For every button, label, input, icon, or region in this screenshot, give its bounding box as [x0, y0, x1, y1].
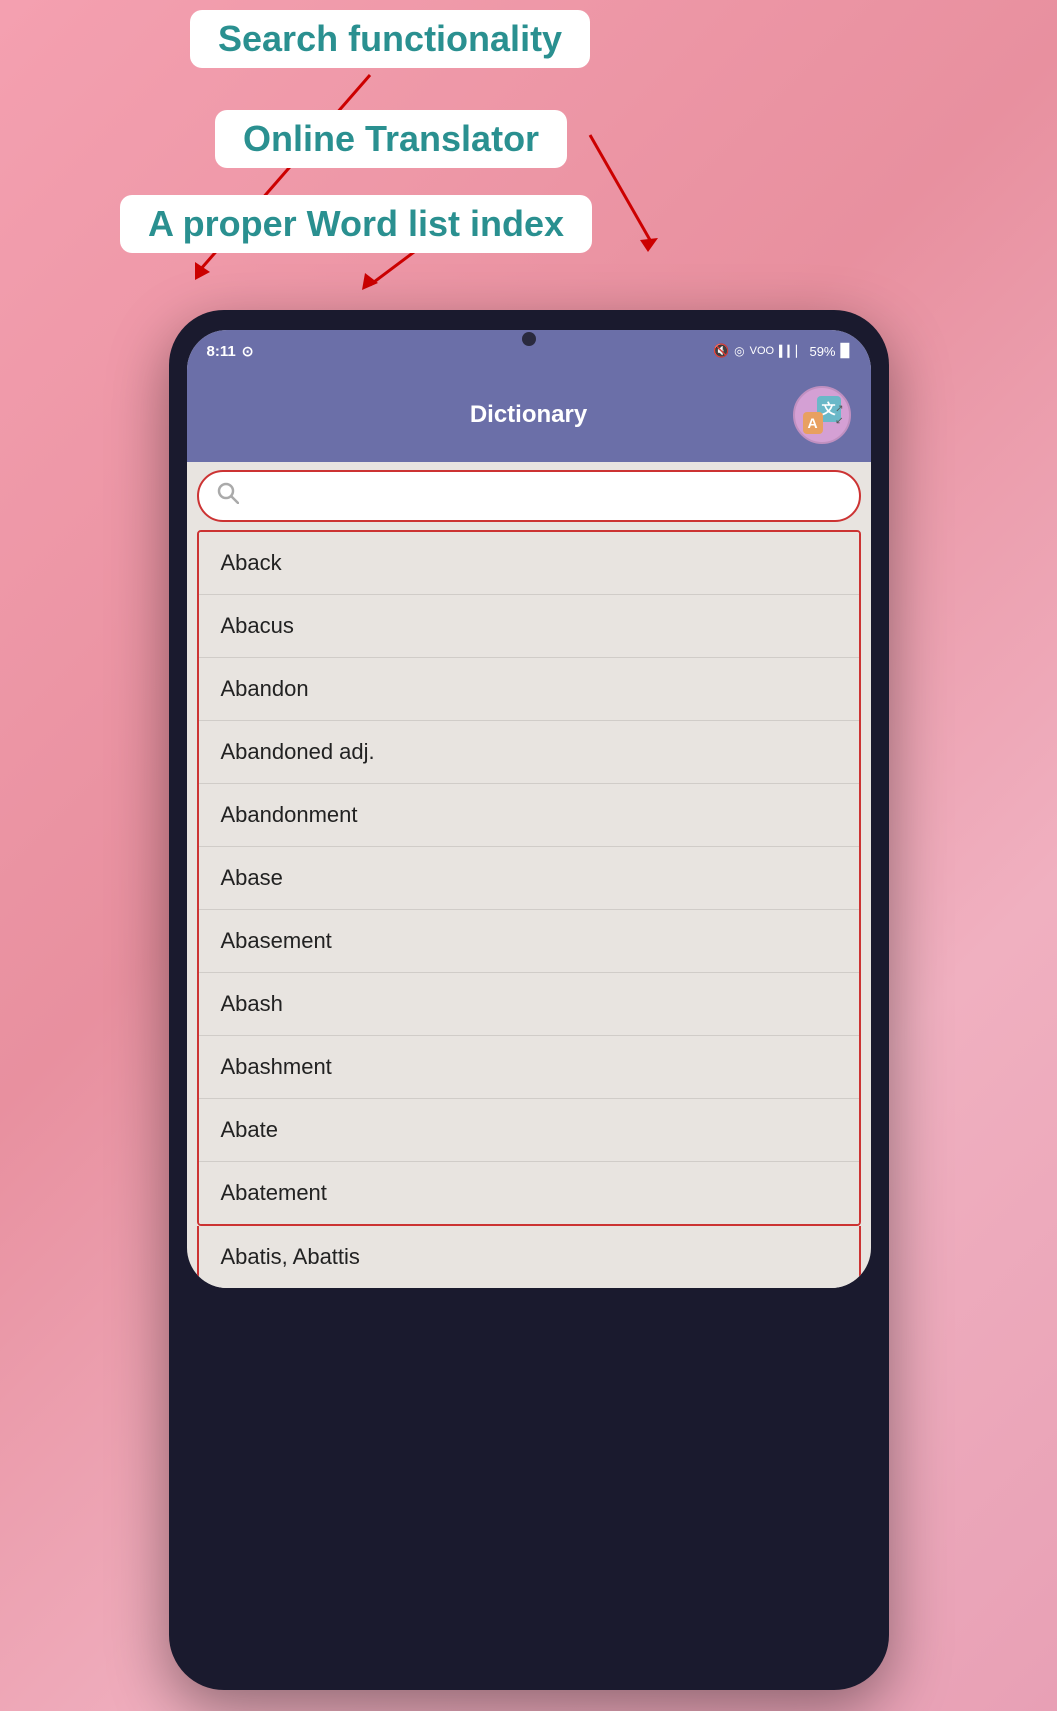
list-item[interactable]: Abandoned adj. [199, 721, 859, 784]
list-item[interactable]: Abandon [199, 658, 859, 721]
status-icons: 🔇 ◎ VOO ▍▎▏ 59% ▉ [713, 343, 851, 359]
signal-icon: ▍▎▏ [779, 345, 804, 358]
annotation-area: Search functionality Online Translator A… [0, 0, 1057, 300]
list-item[interactable]: Abatement [199, 1162, 859, 1224]
whatsapp-icon: ⊙ [242, 343, 254, 360]
battery-level: 59% [809, 344, 835, 359]
wifi-icon: ◎ [734, 344, 744, 358]
status-time: 8:11 ⊙ [207, 343, 254, 360]
online-translator-label: Online Translator [215, 110, 567, 168]
app-title: Dictionary [265, 401, 793, 429]
word-list-index-label: A proper Word list index [120, 195, 592, 253]
list-item[interactable]: Abacus [199, 595, 859, 658]
list-item[interactable]: Abash [199, 973, 859, 1036]
list-item[interactable]: Abase [199, 847, 859, 910]
word-list: Aback Abacus Abandon Abandoned adj. Aban… [197, 530, 861, 1226]
search-icon [217, 482, 239, 510]
battery-icon: ▉ [841, 343, 851, 359]
phone-frame: 8:11 ⊙ 🔇 ◎ VOO ▍▎▏ 59% ▉ Dictionary 文 A [169, 310, 889, 1690]
search-input[interactable] [251, 486, 841, 507]
phone-screen: 8:11 ⊙ 🔇 ◎ VOO ▍▎▏ 59% ▉ Dictionary 文 A [187, 330, 871, 1288]
list-item[interactable]: Abashment [199, 1036, 859, 1099]
search-bar[interactable] [197, 470, 861, 522]
mute-icon: 🔇 [713, 343, 729, 359]
list-item[interactable]: Abate [199, 1099, 859, 1162]
english-icon: A [803, 412, 823, 434]
app-header: Dictionary 文 A ↗ ↙ [187, 372, 871, 462]
list-item[interactable]: Aback [199, 532, 859, 595]
list-item[interactable]: Abandonment [199, 784, 859, 847]
list-item-partial[interactable]: Abatis, Abattis [197, 1226, 861, 1288]
translate-button[interactable]: 文 A ↗ ↙ [793, 386, 851, 444]
list-item[interactable]: Abasement [199, 910, 859, 973]
camera-notch [522, 332, 536, 346]
lte-icon: VOO [750, 345, 774, 357]
swap-arrows-icon: ↗ ↙ [835, 404, 843, 427]
search-functionality-label: Search functionality [190, 10, 590, 68]
